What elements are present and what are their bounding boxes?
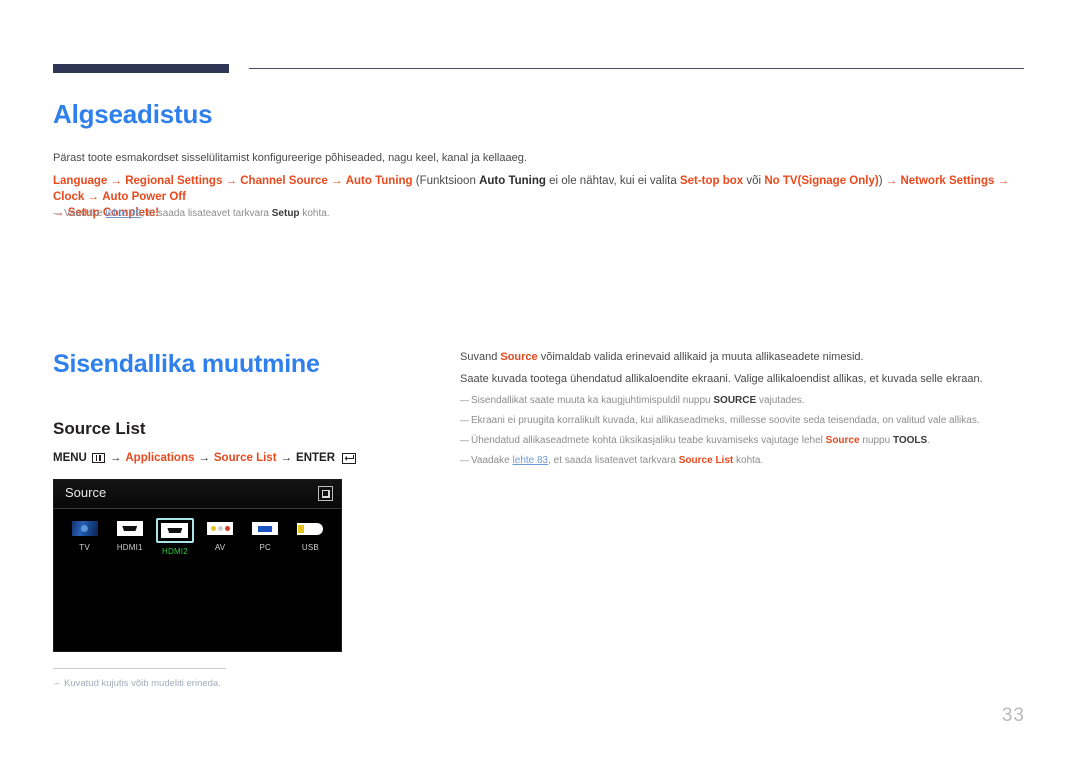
path-arrow: →	[997, 175, 1010, 187]
initial-setup-note: Vaadake lehte 99, et saada lisateavet ta…	[53, 206, 484, 221]
enter-return-icon	[342, 452, 357, 464]
note3-post: .	[927, 435, 930, 446]
menu-grid-icon	[91, 453, 105, 463]
usb-plug-icon	[293, 518, 327, 539]
source-item-usb[interactable]: USB	[288, 518, 333, 556]
path-arrow: →	[885, 175, 898, 187]
source-panel-title: Source	[65, 485, 107, 500]
note-pre: Vaadake	[64, 208, 103, 219]
path-arrow: →	[331, 175, 343, 187]
source-list-menu-path: MENU → Applications → Source List → ENTE…	[53, 452, 357, 464]
path-item-clock[interactable]: Clock	[53, 191, 84, 203]
source-item-label: HDMI1	[116, 543, 143, 552]
para1-pre: Suvand	[460, 351, 498, 363]
source-panel-caption: Kuvatud kujutis võib mudeliti erineda.	[53, 678, 221, 689]
note4-post: kohta.	[736, 455, 764, 466]
path-paren-set-top-box: Set-top box	[679, 175, 744, 187]
picture-in-picture-icon[interactable]	[318, 486, 333, 501]
source-item-label: TV	[79, 543, 90, 552]
path-item-language[interactable]: Language	[53, 175, 107, 187]
tv-screen-icon	[68, 518, 102, 539]
path-arrow: →	[225, 175, 238, 187]
source-panel-item-list: TV HDMI1 HDMI2 AV PC USB	[54, 509, 341, 556]
path-item-auto-power-off[interactable]: Auto Power Off	[102, 191, 186, 203]
caption-divider	[53, 668, 226, 669]
source-item-tv[interactable]: TV	[62, 518, 107, 556]
source-item-av[interactable]: AV	[198, 518, 243, 556]
menu-path-arrow: →	[280, 452, 293, 464]
source-note-4: Vaadake lehte 83, et saada lisateavet ta…	[460, 453, 1020, 468]
note3-bold-tools: TOOLS	[892, 435, 928, 446]
path-paren-open: (Funktsioon	[415, 175, 476, 187]
path-paren-bold-auto-tuning: Auto Tuning	[479, 175, 546, 187]
note3-pre: Ühendatud allikaseadmete kohta üksikasja…	[471, 435, 823, 446]
note-bold-setup: Setup	[271, 208, 300, 219]
source-description-paragraph-1: Suvand Source võimaldab valida erinevaid…	[460, 350, 1020, 365]
path-item-network-settings[interactable]: Network Settings	[900, 175, 994, 187]
note3-orange-source: Source	[825, 435, 860, 446]
para1-bold-source: Source	[500, 351, 538, 363]
source-item-label: USB	[301, 543, 319, 552]
subsection-title-source-list: Source List	[53, 419, 146, 438]
menu-path-item-applications[interactable]: Applications	[125, 452, 194, 464]
hdmi-port-icon	[155, 518, 194, 543]
source-item-pc[interactable]: PC	[243, 518, 288, 556]
page-number: 33	[1001, 705, 1025, 726]
source-item-label: AV	[214, 543, 226, 552]
enter-label: ENTER	[296, 452, 336, 464]
note4-mid: , et saada lisateavet tarkvara	[548, 455, 676, 466]
note-post: kohta.	[302, 208, 330, 219]
source-note-2: Ekraani ei pruugita korralikult kuvada, …	[460, 413, 1020, 428]
note4-link-page-83[interactable]: lehte 83	[513, 455, 549, 466]
path-paren-mid-1: ei ole nähtav, kui ei valita	[549, 175, 677, 187]
path-arrow: →	[87, 191, 100, 203]
note3-mid: nuppu	[862, 435, 891, 446]
path-paren-mid-2: või	[746, 175, 762, 187]
source-item-label: HDMI2	[161, 547, 188, 556]
page-title-change-input-source: Sisendallika muutmine	[53, 350, 320, 378]
right-column: Suvand Source võimaldab valida erinevaid…	[460, 350, 1020, 474]
note1-post: vajutades.	[758, 395, 805, 406]
source-panel-header: Source	[54, 480, 341, 509]
source-item-hdmi1[interactable]: HDMI1	[107, 518, 152, 556]
note-mid: , et saada lisateavet tarkvara	[141, 208, 269, 219]
header-rule	[53, 64, 1024, 76]
note1-pre: Sisendallikat saate muuta ka kaugjuhtimi…	[471, 395, 711, 406]
source-panel-screenshot: Source TV HDMI1 HDMI2 AV PC USB	[53, 479, 342, 652]
source-item-label: PC	[259, 543, 272, 552]
menu-path-arrow: →	[198, 452, 210, 464]
para1-post: võimaldab valida erinevaid allikaid ja m…	[540, 351, 864, 363]
note4-pre: Vaadake	[471, 455, 510, 466]
path-item-auto-tuning[interactable]: Auto Tuning	[346, 175, 413, 187]
vga-port-icon	[248, 518, 282, 539]
header-rule-block	[53, 64, 229, 73]
source-description-paragraph-2: Saate kuvada tootega ühendatud allikaloe…	[460, 373, 983, 385]
note1-bold-source-key: SOURCE	[713, 395, 757, 406]
menu-path-arrow: →	[109, 452, 122, 464]
path-item-regional-settings[interactable]: Regional Settings	[125, 175, 222, 187]
source-note-1: Sisendallikat saate muuta ka kaugjuhtimi…	[460, 393, 1020, 408]
menu-label: MENU	[53, 452, 87, 464]
menu-path-item-source-list[interactable]: Source List	[214, 452, 277, 464]
initial-setup-intro: Pärast toote esmakordset sisselülitamist…	[53, 152, 527, 164]
path-arrow: →	[110, 175, 123, 187]
path-paren-no-tv: No TV(Signage Only)	[764, 175, 879, 187]
av-rca-icon	[203, 518, 237, 539]
path-paren-close: )	[878, 175, 883, 187]
source-item-hdmi2[interactable]: HDMI2	[152, 518, 197, 556]
note-link-page-99[interactable]: lehte 99	[106, 208, 142, 219]
hdmi-port-icon	[113, 518, 147, 539]
source-note-3: Ühendatud allikaseadmete kohta üksikasja…	[460, 433, 1020, 448]
page-title-initial-setup: Algseadistus	[53, 99, 213, 129]
note4-orange-source-list: Source List	[678, 455, 734, 466]
header-rule-line	[249, 68, 1024, 69]
path-item-channel-source[interactable]: Channel Source	[240, 175, 328, 187]
